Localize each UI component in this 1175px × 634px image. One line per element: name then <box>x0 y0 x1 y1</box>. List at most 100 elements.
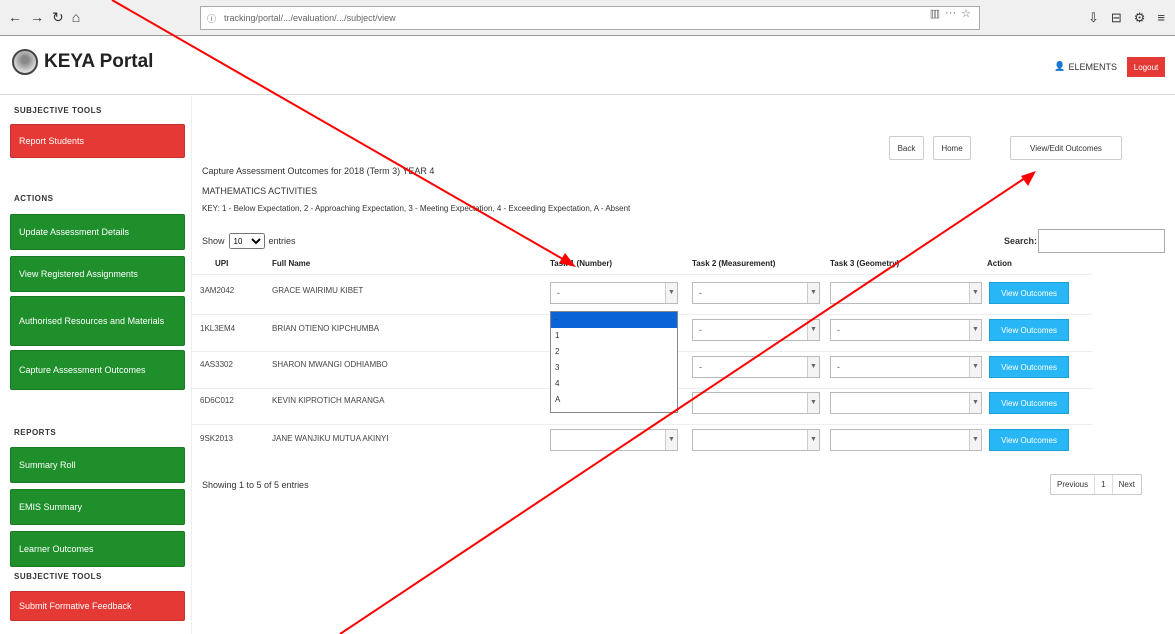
task-3-select[interactable]: ▼ <box>830 282 982 304</box>
column-header-name[interactable]: Full Name <box>272 259 310 268</box>
view-outcomes-button[interactable]: View Outcomes <box>989 392 1069 414</box>
sidebar-item-formative-feedback[interactable]: Submit Formative Feedback <box>10 591 185 621</box>
lock-icon: ⓘ <box>207 13 217 24</box>
bookmark-star-icon[interactable]: ☆ <box>961 7 971 20</box>
browser-nav: ← → ↻ ⌂ <box>0 9 195 26</box>
library-icon[interactable]: ⊟ <box>1111 10 1122 26</box>
dropdown-option[interactable]: 3 <box>551 360 677 376</box>
dropdown-option[interactable]: 4 <box>551 376 677 392</box>
home-icon[interactable]: ⌂ <box>72 9 80 26</box>
name-cell: JANE WANJIKU MUTUA AKINYI <box>272 434 389 443</box>
task-3-select[interactable]: ▼ <box>830 392 982 414</box>
settings-icon[interactable]: ⚙ <box>1134 10 1146 26</box>
column-header-task-2[interactable]: Task 2 (Measurement) <box>692 259 775 268</box>
entries-label: entries <box>268 236 296 246</box>
task-2-select[interactable]: - ▼ <box>692 356 820 378</box>
sidebar-item-capture-outcomes[interactable]: Capture Assessment Outcomes <box>10 350 185 390</box>
url-actions: ▥ ··· ☆ <box>930 7 971 20</box>
sidebar-item-summary-roll[interactable]: Summary Roll <box>10 447 185 483</box>
sidebar-item-resources[interactable]: Authorised Resources and Materials <box>10 296 185 346</box>
download-icon[interactable]: ⇩ <box>1088 10 1099 26</box>
sidebar-section-title: SUBJECTIVE TOOLS <box>14 106 102 115</box>
user-menu[interactable]: 👤 ELEMENTS <box>1054 61 1117 72</box>
column-header-upi[interactable]: UPI <box>215 259 228 268</box>
next-page-button[interactable]: Next <box>1113 475 1141 494</box>
coat-of-arms-icon <box>12 49 38 75</box>
table-info: Showing 1 to 5 of 5 entries <box>202 480 309 490</box>
sidebar-section-title: ACTIONS <box>14 194 54 203</box>
task-3-select[interactable]: - ▼ <box>830 319 982 341</box>
previous-page-button[interactable]: Previous <box>1051 475 1096 494</box>
upi-cell: 1KL3EM4 <box>200 324 236 333</box>
view-outcomes-button[interactable]: View Outcomes <box>989 356 1069 378</box>
row-divider <box>192 274 1092 275</box>
sidebar-item-emis-summary[interactable]: EMIS Summary <box>10 489 185 525</box>
view-outcomes-button[interactable]: View Outcomes <box>989 282 1069 304</box>
browser-extensions: ⇩ ⊟ ⚙ ≡ <box>1088 10 1165 26</box>
app-title: KEYA Portal <box>44 51 154 72</box>
task-2-select[interactable]: - ▼ <box>692 319 820 341</box>
upi-cell: 6D6C012 <box>200 396 234 405</box>
page-title: Capture Assessment Outcomes for 2018 (Te… <box>202 166 435 176</box>
sidebar-section-title: REPORTS <box>14 428 57 437</box>
dropdown-option-highlighted[interactable]: - <box>551 312 677 328</box>
task-3-select[interactable]: ▼ <box>830 429 982 451</box>
reload-icon[interactable]: ↻ <box>52 9 64 26</box>
sidebar-item-registered-assignments[interactable]: View Registered Assignments <box>10 256 185 292</box>
address-bar[interactable]: ⓘ tracking/portal/.../evaluation/.../sub… <box>200 6 980 30</box>
name-cell: GRACE WAIRIMU KIBET <box>272 286 364 295</box>
sidebar-section-title: SUBJECTIVE TOOLS <box>14 572 102 581</box>
user-icon: 👤 <box>1054 61 1066 71</box>
task-1-dropdown-options: - 1 2 3 4 A <box>550 311 678 413</box>
home-button[interactable]: Home <box>933 136 971 160</box>
grading-key: KEY: 1 - Below Expectation, 2 - Approach… <box>202 204 631 213</box>
task-2-select[interactable]: ▼ <box>692 429 820 451</box>
view-outcomes-button[interactable]: View Outcomes <box>989 319 1069 341</box>
task-2-select[interactable]: - ▼ <box>692 282 820 304</box>
entries-per-page-select[interactable]: 10 <box>228 233 265 249</box>
back-button[interactable]: Back <box>889 136 924 160</box>
url-text: tracking/portal/.../evaluation/.../subje… <box>224 13 396 23</box>
reader-icon[interactable]: ▥ <box>930 7 940 20</box>
column-header-task-3[interactable]: Task 3 (Geometry) <box>830 259 899 268</box>
app-header: KEYA Portal 👤 ELEMENTS Logout <box>0 37 1175 95</box>
menu-icon[interactable]: ≡ <box>1157 10 1165 26</box>
main-content: Capture Assessment Outcomes for 2018 (Te… <box>192 96 1175 634</box>
upi-cell: 9SK2013 <box>200 434 233 443</box>
upi-cell: 4AS3302 <box>200 360 233 369</box>
forward-arrow-icon[interactable]: → <box>30 9 44 26</box>
dropdown-option[interactable]: 2 <box>551 344 677 360</box>
page-1-button[interactable]: 1 <box>1095 475 1113 494</box>
logout-button[interactable]: Logout <box>1127 57 1165 77</box>
browser-toolbar: ← → ↻ ⌂ ⓘ tracking/portal/.../evaluation… <box>0 0 1175 36</box>
show-label: Show <box>202 236 225 246</box>
sidebar-item-learner-outcomes[interactable]: Learner Outcomes <box>10 531 185 567</box>
search-input[interactable] <box>1038 229 1165 253</box>
sidebar-item-update-assessment[interactable]: Update Assessment Details <box>10 214 185 250</box>
name-cell: KEVIN KIPROTICH MARANGA <box>272 396 385 405</box>
task-1-select[interactable]: - ▼ <box>550 282 678 304</box>
logo[interactable]: KEYA Portal <box>12 49 153 75</box>
dropdown-option[interactable]: 1 <box>551 328 677 344</box>
column-header-action: Action <box>987 259 1012 268</box>
search-label: Search: <box>1004 236 1038 246</box>
subject-name: MATHEMATICS ACTIVITIES <box>202 186 318 196</box>
task-2-select[interactable]: ▼ <box>692 392 820 414</box>
dropdown-option[interactable]: A <box>551 392 677 408</box>
view-edit-outcomes-button[interactable]: View/Edit Outcomes <box>1010 136 1122 160</box>
upi-cell: 3AM2042 <box>200 286 235 295</box>
name-cell: SHARON MWANGI ODHIAMBO <box>272 360 388 369</box>
pagination: Previous 1 Next <box>1050 474 1143 495</box>
name-cell: BRIAN OTIENO KIPCHUMBA <box>272 324 380 333</box>
column-header-task-1[interactable]: Task 1 (Number) <box>550 259 612 268</box>
user-name: ELEMENTS <box>1068 61 1117 72</box>
task-3-select[interactable]: - ▼ <box>830 356 982 378</box>
sidebar-item-report-students[interactable]: Report Students <box>10 124 185 158</box>
back-arrow-icon[interactable]: ← <box>8 9 22 26</box>
task-1-select[interactable]: ▼ <box>550 429 678 451</box>
show-entries-control: Show 10 entries <box>202 233 296 249</box>
sidebar: SUBJECTIVE TOOLS Report Students ACTIONS… <box>0 96 192 634</box>
row-divider <box>192 424 1092 425</box>
view-outcomes-button[interactable]: View Outcomes <box>989 429 1069 451</box>
more-icon[interactable]: ··· <box>945 7 956 20</box>
